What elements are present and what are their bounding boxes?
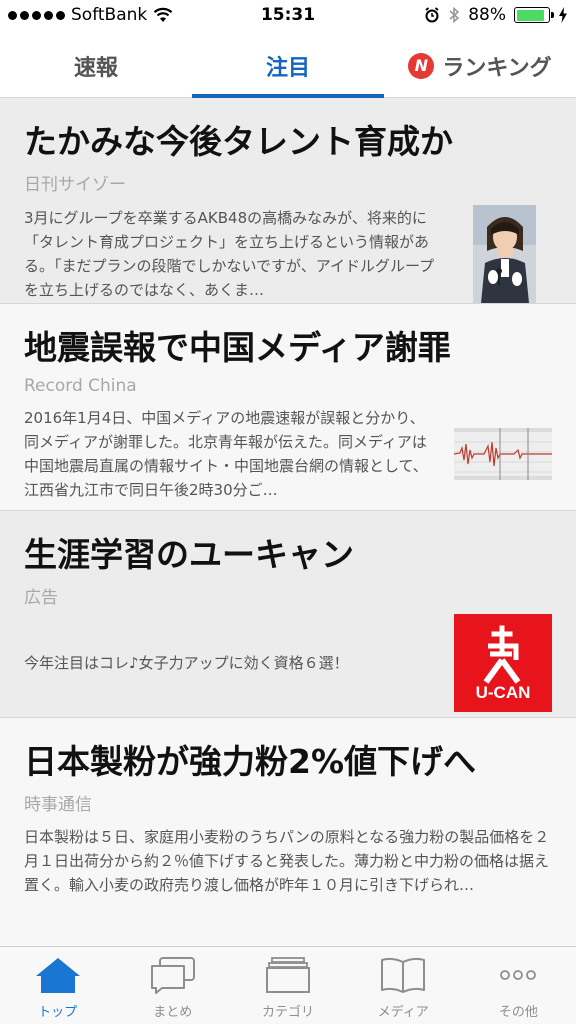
ucan-logo-text: U-CAN xyxy=(475,683,531,702)
tab-label: ランキング xyxy=(442,55,552,81)
article-source: Record China xyxy=(24,376,137,396)
ad-label: 広告 xyxy=(24,588,58,608)
battery-icon xyxy=(514,7,554,23)
news-article[interactable]: 日本製粉が強力粉2%値下げへ 時事通信 日本製粉は５日、家庭用小麦粉のうちパンの… xyxy=(0,718,576,946)
article-body: 今年注目はコレ♪女子力アップに効く資格６選！ U-CAN xyxy=(24,614,552,712)
bottom-tab-bar: トップ まとめ カテゴリ メディア その他 xyxy=(0,946,576,1024)
tab-featured[interactable]: 注目 xyxy=(192,34,384,98)
home-icon xyxy=(35,958,80,993)
article-thumbnail xyxy=(473,205,536,303)
tab-label: 速報 xyxy=(73,55,118,81)
tab-label: 注目 xyxy=(265,55,310,81)
article-thumbnail xyxy=(454,428,552,480)
article-source: 日刊サイゾー xyxy=(24,175,126,195)
open-book-icon xyxy=(381,957,426,993)
tab-breaking-news[interactable]: 速報 xyxy=(0,34,192,97)
bluetooth-icon xyxy=(449,6,460,24)
article-excerpt: 2016年1月4日、中国メディアの地震速報が誤報と分かり、同メディアが謝罪した。… xyxy=(24,409,428,499)
article-body: 3月にグループを卒業するAKB48の高橋みなみが、将来的に「タレント育成プロジェ… xyxy=(24,205,552,303)
article-body: 2016年1月4日、中国メディアの地震速報が誤報と分かり、同メディアが謝罪した。… xyxy=(24,406,552,502)
ucan-logo-mark xyxy=(483,625,521,684)
article-headline: 生涯学習のユーキャン xyxy=(24,535,354,574)
article-excerpt: 日本製粉は５日、家庭用小麦粉のうちパンの原料となる強力粉の製品価格を２月１日出荷… xyxy=(24,828,550,894)
more-dots-icon xyxy=(500,970,537,980)
alarm-icon xyxy=(425,7,439,23)
stacked-folders-icon xyxy=(266,957,310,993)
article-headline: 日本製粉が強力粉2%値下げへ xyxy=(24,742,477,781)
nav-label: トップ xyxy=(38,1005,78,1020)
chat-bubbles-icon xyxy=(150,957,195,994)
nav-label: その他 xyxy=(498,1005,538,1020)
status-bar: SoftBank 15:31 88% xyxy=(0,0,576,34)
article-excerpt: 3月にグループを卒業するAKB48の高橋みなみが、将来的に「タレント育成プロジェ… xyxy=(24,209,435,299)
article-headline: 地震誤報で中国メディア謝罪 xyxy=(24,328,451,367)
tab-ranking[interactable]: N ランキング xyxy=(384,34,576,97)
ad-article[interactable]: 生涯学習のユーキャン 広告 今年注目はコレ♪女子力アップに効く資格６選！ U-C… xyxy=(0,511,576,718)
battery-level xyxy=(516,9,544,21)
news-feed[interactable]: たかみな今後タレント育成か 日刊サイゾー 3月にグループを卒業するAKB48の高… xyxy=(0,98,576,946)
article-excerpt: 今年注目はコレ♪女子力アップに効く資格６選！ xyxy=(24,654,349,672)
article-headline: たかみな今後タレント育成か xyxy=(24,122,453,161)
nav-label: メディア xyxy=(377,1005,429,1020)
article-body: 日本製粉は５日、家庭用小麦粉のうちパンの原料となる強力粉の製品価格を２月１日出荷… xyxy=(24,825,552,897)
nav-top[interactable]: トップ xyxy=(0,947,115,1024)
ranking-badge-icon: N xyxy=(408,52,435,79)
news-article[interactable]: たかみな今後タレント育成か 日刊サイゾー 3月にグループを卒業するAKB48の高… xyxy=(0,98,576,304)
nav-more[interactable]: その他 xyxy=(461,947,576,1024)
article-source: 時事通信 xyxy=(24,795,92,815)
nav-category[interactable]: カテゴリ xyxy=(230,947,345,1024)
battery-percent: 88% xyxy=(468,5,506,25)
nav-media[interactable]: メディア xyxy=(346,947,461,1024)
nav-summary[interactable]: まとめ xyxy=(115,947,230,1024)
nav-label: まとめ xyxy=(153,1005,193,1020)
top-tab-bar: 速報 注目 N ランキング xyxy=(0,34,576,98)
nav-label: カテゴリ xyxy=(262,1005,315,1020)
ucan-logo: U-CAN xyxy=(454,614,552,712)
status-right: 88% xyxy=(424,5,568,25)
charging-bolt-icon xyxy=(559,7,567,23)
news-article[interactable]: 地震誤報で中国メディア謝罪 Record China 2016年1月4日、中国メ… xyxy=(0,304,576,511)
